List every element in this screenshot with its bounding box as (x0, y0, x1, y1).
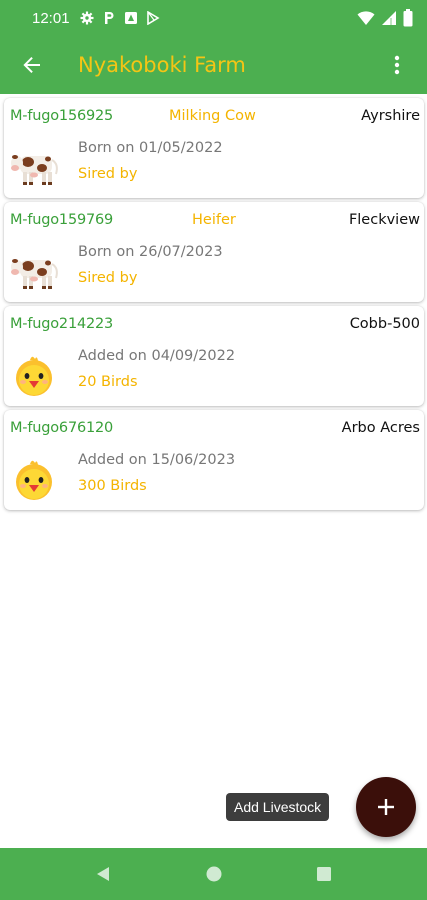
livestock-card[interactable]: M-fugo214223 Cobb-500 Added on 04/09/202… (4, 306, 424, 406)
signal-icon (381, 10, 397, 26)
livestock-date: Born on 01/05/2022 (78, 140, 223, 156)
livestock-bird-count: 20 Birds (78, 374, 138, 390)
plus-icon (376, 797, 396, 817)
livestock-card[interactable]: M-fugo159769 Heifer Fleckview Born on 26… (4, 202, 424, 302)
livestock-breed: Arbo Acres (341, 420, 420, 436)
more-vert-icon (394, 55, 400, 75)
nav-back-button[interactable] (91, 862, 115, 886)
chick-icon (10, 352, 64, 398)
cow-icon (10, 248, 64, 294)
nav-home-button[interactable] (202, 862, 226, 886)
recents-square-icon (315, 865, 333, 883)
status-icons-right (357, 9, 413, 27)
livestock-tag: M-fugo156925 (10, 108, 114, 124)
play-icon (146, 11, 160, 25)
livestock-bird-count: 300 Birds (78, 478, 147, 494)
livestock-breed: Fleckview (348, 212, 420, 228)
screen: 12:01 Nyakoboki Farm M-fugo156925 Milkin… (0, 0, 427, 900)
home-circle-icon (205, 865, 223, 883)
livestock-tag: M-fugo214223 (10, 316, 114, 332)
app-bar: Nyakoboki Farm (0, 36, 427, 94)
play-store-notify-icon (124, 11, 138, 25)
battery-icon (403, 9, 413, 27)
livestock-card[interactable]: M-fugo676120 Arbo Acres Added on 15/06/2… (4, 410, 424, 510)
nav-recents-button[interactable] (312, 862, 336, 886)
system-nav-bar (0, 848, 427, 900)
livestock-breed: Ayrshire (361, 108, 420, 124)
add-livestock-tooltip: Add Livestock (226, 793, 330, 821)
cow-icon (10, 144, 64, 190)
chick-icon (10, 456, 64, 502)
livestock-date: Born on 26/07/2023 (78, 244, 223, 260)
livestock-sired-by: Sired by (78, 270, 138, 286)
livestock-date: Added on 04/09/2022 (78, 348, 236, 364)
livestock-date: Added on 15/06/2023 (78, 452, 236, 468)
livestock-type: Heifer (192, 212, 236, 228)
status-bar: 12:01 (0, 0, 427, 36)
status-icons-left (80, 11, 160, 25)
wifi-icon (357, 10, 375, 26)
parking-icon (102, 11, 116, 25)
back-button[interactable] (12, 45, 52, 85)
livestock-tag: M-fugo676120 (10, 420, 114, 436)
livestock-breed: Cobb-500 (349, 316, 420, 332)
page-title: Nyakoboki Farm (78, 53, 246, 77)
livestock-tag: M-fugo159769 (10, 212, 114, 228)
add-livestock-button[interactable] (356, 777, 416, 837)
livestock-type: Milking Cow (169, 108, 256, 124)
livestock-card[interactable]: M-fugo156925 Milking Cow Ayrshire Born o… (4, 98, 424, 198)
overflow-menu-button[interactable] (377, 45, 417, 85)
status-time: 12:01 (32, 9, 70, 27)
livestock-sired-by: Sired by (78, 166, 138, 182)
gear-icon (80, 11, 94, 25)
arrow-left-icon (22, 55, 42, 75)
back-triangle-icon (94, 865, 112, 883)
